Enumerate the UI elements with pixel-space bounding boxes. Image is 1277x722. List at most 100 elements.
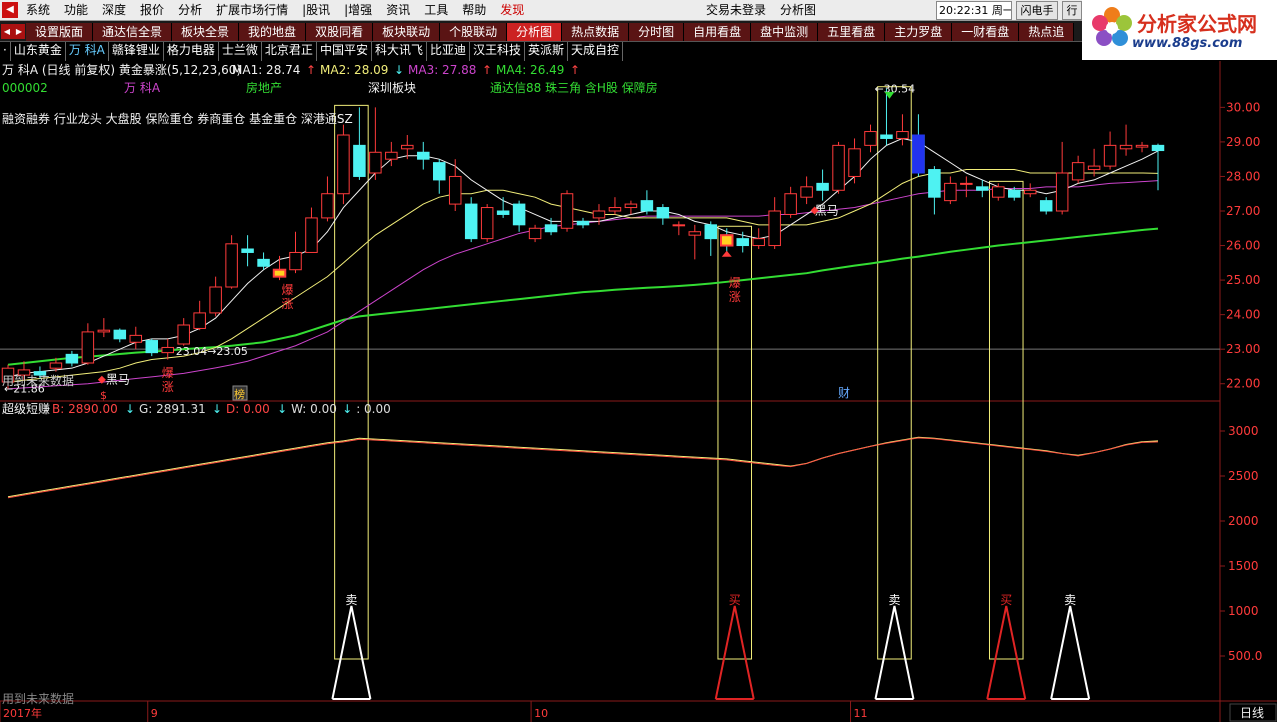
candle-body (544, 224, 558, 233)
candle-body (305, 217, 318, 253)
candle-body (1055, 172, 1069, 212)
candle-body (832, 144, 845, 191)
board-label: 深圳板块 (368, 81, 416, 95)
candle-body (960, 182, 973, 185)
tab-scroll-left-icon[interactable]: ◀ (1, 24, 13, 39)
menu-item-4[interactable]: 分析 (178, 0, 202, 21)
candle-body (1103, 144, 1117, 167)
mid-price-label: 23.04→23.05 (176, 345, 248, 358)
event-marker-bang: 榜 (234, 387, 245, 401)
tab-14[interactable]: 一财看盘 (952, 23, 1020, 41)
stock-item-6[interactable]: 北京君正 (262, 42, 317, 61)
sub-legend-1: G: 2891.31 (139, 402, 206, 416)
event-marker-cai: 财 (838, 386, 850, 400)
menu-item-6[interactable]: |股讯 (302, 0, 330, 21)
sell-signal-triangle (331, 605, 372, 700)
menu-item-5[interactable]: 扩展市场行情 (216, 0, 288, 21)
sub-legend-arrow: ↓ (125, 402, 135, 416)
quote-button[interactable]: 行 (1062, 1, 1082, 20)
signal-box (988, 180, 1024, 660)
tab-13[interactable]: 主力罗盘 (885, 23, 953, 41)
candle-body (1135, 144, 1149, 148)
menu-item-8[interactable]: 资讯 (386, 0, 410, 21)
tab-11[interactable]: 盘中监测 (751, 23, 819, 41)
chart-area[interactable]: 30.00 29.00 28.00 27.00 26.00 25.00 24.00 23.00… (0, 61, 1277, 722)
tab-15[interactable]: 热点追 (1019, 23, 1075, 41)
sub-ytick-label: 1000 (1228, 604, 1259, 618)
candle-body (736, 238, 749, 247)
tab-3[interactable]: 我的地盘 (239, 23, 307, 41)
candle-body (1039, 200, 1053, 212)
menu-item-7[interactable]: |增强 (344, 0, 372, 21)
stock-item-3[interactable]: 赣锋锂业 (109, 42, 164, 61)
candle-body (880, 134, 893, 139)
stock-item-12[interactable]: 天成自控 (568, 42, 624, 61)
ma-legend-4: MA4: 26.49 (496, 63, 564, 77)
stock-item-1[interactable]: 山东黄金 (11, 42, 66, 61)
candle-body (209, 286, 222, 314)
menu-item-3[interactable]: 报价 (140, 0, 164, 21)
candle-body (624, 203, 638, 209)
tab-10[interactable]: 自用看盘 (684, 23, 752, 41)
sub-legend-arrow: ↓ (277, 402, 287, 416)
buy-signal-triangle (714, 605, 755, 700)
stock-item-8[interactable]: 科大讯飞 (372, 42, 427, 61)
main-ytick-label: 28.00 (1226, 169, 1260, 183)
menu-item-10[interactable]: 帮助 (462, 0, 486, 21)
menu-items: 系统 功能 深度 报价 分析 扩展市场行情 |股讯 |增强 资讯 工具 帮助 发现 (26, 0, 538, 21)
heima-marker: 黑马 (106, 373, 130, 387)
sub-legend-2: D: 0.00 (226, 402, 270, 416)
candle-body (752, 238, 765, 247)
candle-body (672, 224, 686, 227)
bearish-highlight-candle (912, 134, 925, 174)
stock-item-9[interactable]: 比亚迪 (427, 42, 470, 61)
tab-0[interactable]: 设置版面 (26, 23, 94, 41)
tab-7[interactable]: 分析图 (507, 23, 563, 41)
candle-body (1008, 189, 1021, 198)
tab-6[interactable]: 个股联动 (440, 23, 508, 41)
candle-body (369, 151, 382, 174)
site-logo: 分析家公式网 www.88gs.com (1082, 0, 1277, 60)
stock-item-0[interactable]: · (0, 42, 11, 61)
tab-2[interactable]: 板块全景 (172, 23, 240, 41)
menu-item-9[interactable]: 工具 (424, 0, 448, 21)
stock-item-10[interactable]: 汉王科技 (470, 42, 525, 61)
candle-body (129, 334, 143, 343)
candle-body (337, 134, 350, 195)
candle-body (1119, 144, 1133, 150)
candle-body (656, 207, 670, 219)
candle-body (113, 329, 127, 340)
sub-legend-0: B: 2890.00 (52, 402, 118, 416)
stock-item-11[interactable]: 英派斯 (525, 42, 569, 61)
candle-body (800, 186, 813, 198)
login-status[interactable]: 交易未登录 (706, 0, 766, 21)
tab-12[interactable]: 五里看盘 (818, 23, 886, 41)
flash-trade-button[interactable]: 闪电手 (1016, 1, 1058, 20)
menu-item-2[interactable]: 深度 (102, 0, 126, 21)
candle-body (864, 131, 877, 146)
candle-body (1071, 162, 1085, 181)
stock-item-7[interactable]: 中国平安 (317, 42, 372, 61)
window-title: 分析图 (780, 3, 817, 17)
future-data-note: 用到未来数据 (2, 373, 74, 388)
menu-item-1[interactable]: 功能 (64, 0, 88, 21)
clock-display: 20:22:31 周一 (936, 1, 1012, 20)
tab-9[interactable]: 分时图 (629, 23, 685, 41)
tab-scroll-right-icon[interactable]: ▶ (13, 24, 25, 39)
tab-5[interactable]: 板块联动 (373, 23, 441, 41)
ma-legend-arrow: ↑ (306, 63, 316, 77)
nav-back-icon[interactable]: ◀ (2, 2, 18, 18)
tab-1[interactable]: 通达信全景 (93, 23, 173, 41)
tab-4[interactable]: 双股同看 (306, 23, 374, 41)
tab-8[interactable]: 热点数据 (562, 23, 630, 41)
candle-body (1023, 189, 1037, 195)
stock-item-2[interactable]: 万 科A (66, 42, 109, 61)
menu-item-0[interactable]: 系统 (26, 0, 50, 21)
main-ytick-label: 30.00 (1226, 100, 1260, 114)
stock-item-5[interactable]: 士兰微 (219, 42, 262, 61)
sub-ytick-label: 1500 (1228, 559, 1259, 573)
stock-item-4[interactable]: 格力电器 (164, 42, 219, 61)
menu-item-11[interactable]: 发现 (500, 0, 524, 21)
candle-body (848, 148, 861, 177)
sell-signal-label: 卖 (888, 593, 900, 607)
